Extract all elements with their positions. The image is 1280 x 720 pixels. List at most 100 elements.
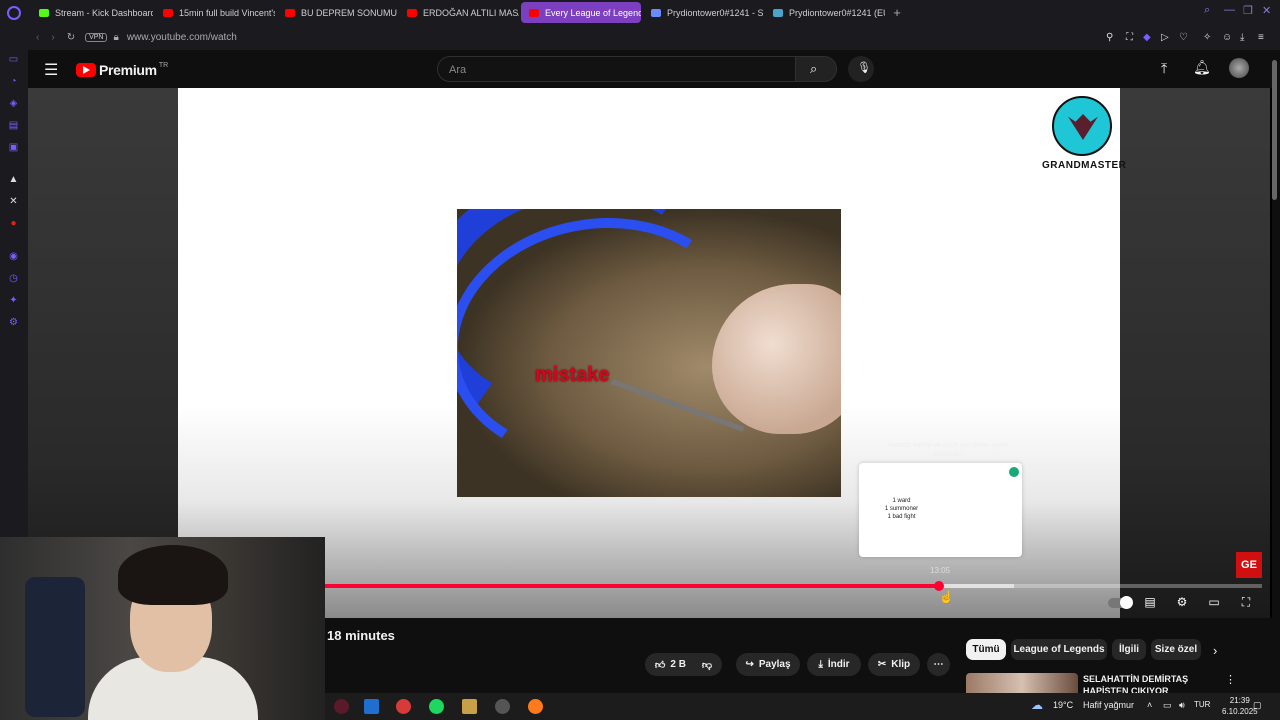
back-icon[interactable]: ‹	[36, 32, 39, 43]
country-code: TR	[158, 61, 169, 69]
browser-tab[interactable]: Prydiontower0#1241 - Su	[643, 2, 763, 23]
recording-app-icon[interactable]	[334, 699, 349, 714]
explorer-icon[interactable]	[364, 699, 379, 714]
extensions-puzzle-icon[interactable]: ✧	[1203, 32, 1211, 43]
tab-label: Prydiontower0#1241 (EUW	[789, 7, 885, 18]
search-button[interactable]: ⌕	[795, 56, 837, 82]
shield-icon[interactable]: ◆	[1143, 32, 1151, 43]
opera-menu-icon[interactable]	[7, 5, 21, 20]
download-icon[interactable]: ⤓	[1240, 32, 1244, 43]
firefox-icon[interactable]	[528, 699, 543, 714]
progress-bar[interactable]	[325, 581, 1262, 591]
download-button[interactable]: ⤓ İndir	[807, 653, 861, 676]
subtitles-icon[interactable]: ▤	[1142, 595, 1158, 609]
profile-icon[interactable]: ☺	[1222, 32, 1232, 43]
video-card: 1 ward 1 summoner 1 bad fight	[859, 463, 1022, 557]
card-logo-icon	[1009, 467, 1019, 477]
kick-icon[interactable]: ▲	[7, 173, 20, 186]
opera-app-icon[interactable]	[396, 699, 411, 714]
page-scrollbar[interactable]	[1272, 50, 1280, 693]
url-field[interactable]: www.youtube.com/watch	[127, 32, 237, 43]
gaming-chair	[25, 577, 85, 717]
hamburger-menu-icon[interactable]: ☰	[44, 60, 58, 80]
pin-icon[interactable]: ⚲	[1106, 32, 1113, 43]
browser-tab[interactable]: 15min full build Vincent's	[155, 2, 275, 23]
obs-icon[interactable]	[495, 699, 510, 714]
tab-favicon-icon	[407, 8, 417, 17]
channel-logo: GRANDMASTER	[1042, 96, 1126, 171]
weather-text[interactable]: Hafif yağmur	[1083, 700, 1134, 710]
settings-gear-icon[interactable]: ⚙	[1174, 595, 1190, 609]
speed-dial-icon[interactable]: ▭	[7, 53, 20, 66]
scrollbar-thumb[interactable]	[1272, 60, 1277, 200]
tab-label: 15min full build Vincent's	[179, 7, 275, 18]
browser-tab[interactable]: Every League of Legends	[521, 2, 641, 23]
league-client-icon[interactable]	[462, 699, 477, 714]
extensions-icon[interactable]: ✦	[7, 294, 20, 307]
play-circle-icon[interactable]: ◉	[7, 250, 20, 263]
messenger-icon[interactable]: ▣	[7, 141, 20, 154]
network-icon[interactable]: ▭	[1163, 700, 1172, 711]
notifications-bell-icon[interactable]: 🔔︎	[1193, 59, 1211, 76]
settings-icon[interactable]: ⚙	[7, 316, 20, 329]
windows-taskbar: ☁ 19°C Hafif yağmur ˄ ▭ 🔊︎ TUR 21:39 6.1…	[325, 693, 1280, 720]
chips-next-icon[interactable]: ›	[1213, 643, 1217, 658]
avatar[interactable]	[1229, 58, 1249, 78]
search-input[interactable]: Ara	[437, 56, 796, 82]
theater-mode-icon[interactable]: ▭	[1206, 595, 1222, 609]
browser-tab[interactable]: Prydiontower0#1241 (EUW	[765, 2, 885, 23]
player-icon[interactable]: ▤	[7, 119, 20, 132]
like-count[interactable]: 2 B	[670, 659, 686, 670]
volume-icon[interactable]: 🔊︎	[1179, 700, 1185, 711]
temperature[interactable]: 19°C	[1053, 700, 1073, 710]
more-actions-button[interactable]: ⋯	[927, 653, 950, 676]
upload-icon[interactable]: ⤒	[1161, 60, 1167, 77]
browser-tab[interactable]: Stream - Kick Dashboard	[31, 2, 153, 23]
minimize-icon[interactable]: —	[1224, 4, 1235, 16]
card-line: 1 summoner	[884, 506, 919, 512]
youtube-logo[interactable]: Premium TR	[76, 62, 168, 78]
menu-icon[interactable]: ≡	[1258, 32, 1264, 43]
like-icon[interactable]: 👍︎	[655, 659, 665, 671]
youtube-play-icon	[76, 63, 96, 77]
microphone-icon: 🎙︎	[857, 62, 871, 74]
overlay-word: mistake	[535, 364, 610, 386]
language[interactable]: TUR	[1194, 700, 1210, 709]
fullscreen-icon[interactable]: ⛶	[1238, 595, 1254, 609]
played-bar	[325, 584, 939, 588]
clip-button[interactable]: ✂ Klip	[868, 653, 920, 676]
notifications-icon[interactable]: ▢	[1253, 700, 1262, 711]
reload-icon[interactable]: ↻	[67, 32, 75, 43]
chip-all[interactable]: Tümü	[966, 639, 1006, 660]
maximize-icon[interactable]: ❐	[1243, 4, 1253, 17]
chip-league-of-legends[interactable]: League of Legends	[1011, 639, 1107, 660]
x-icon[interactable]: ✕	[7, 195, 20, 208]
tab-favicon-icon	[163, 8, 173, 17]
riot-icon[interactable]: ●	[7, 217, 20, 230]
card-line: 1 bad fight	[887, 514, 916, 520]
heart-icon[interactable]: ♡	[1179, 32, 1188, 43]
tray-chevron-icon[interactable]: ˄	[1147, 700, 1152, 710]
aria-icon[interactable]: ◔	[7, 75, 20, 88]
spotify-icon[interactable]	[429, 699, 444, 714]
browser-tab[interactable]: BU DEPREM SONUMUZ	[277, 2, 397, 23]
flow-icon[interactable]: ▷	[1161, 32, 1169, 43]
snapshot-icon[interactable]: ⛶	[1126, 32, 1133, 43]
new-tab-button[interactable]: +	[887, 5, 907, 20]
autoplay-toggle[interactable]	[1106, 595, 1134, 609]
history-icon[interactable]: ◷	[7, 272, 20, 285]
share-button[interactable]: ↪ Paylaş	[736, 653, 800, 676]
search-tabs-icon[interactable]: ⌕	[1204, 4, 1210, 17]
share-label: Paylaş	[758, 659, 791, 670]
corner-badge: GE	[1236, 552, 1262, 578]
dislike-icon[interactable]: 👎︎	[702, 659, 712, 671]
recommendation-menu-icon[interactable]: ⋮	[1225, 673, 1236, 686]
browser-tab[interactable]: ERDOĞAN ALTILI MASA	[399, 2, 519, 23]
wallet-icon[interactable]: ◈	[7, 97, 20, 110]
chip-for-you[interactable]: Size özel	[1151, 639, 1201, 660]
vpn-badge[interactable]: VPN	[85, 33, 108, 42]
voice-search-button[interactable]: 🎙︎	[848, 56, 874, 82]
chip-related[interactable]: İlgili	[1112, 639, 1146, 660]
forward-icon[interactable]: ›	[51, 32, 54, 43]
close-window-icon[interactable]: ✕	[1262, 4, 1271, 17]
